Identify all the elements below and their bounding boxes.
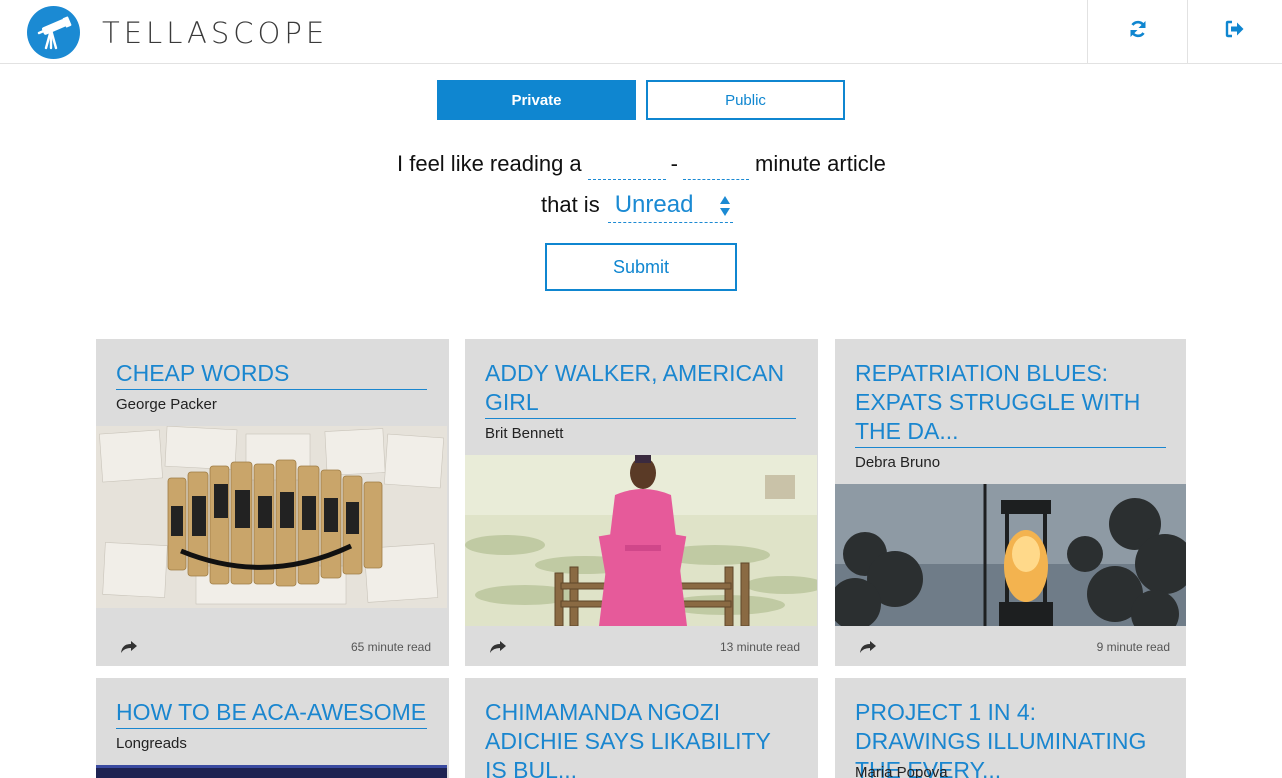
article-author: Debra Bruno bbox=[855, 454, 941, 471]
share-icon[interactable] bbox=[120, 640, 138, 659]
sentence-prefix: I feel like reading a bbox=[397, 151, 582, 176]
share-icon[interactable] bbox=[489, 640, 507, 659]
article-card[interactable]: CHEAP WORDS George Packer 65 minute read bbox=[96, 339, 449, 666]
card-footer: 13 minute read bbox=[465, 626, 818, 666]
app-name: TELLASCOPE bbox=[102, 16, 329, 50]
range-dash: - bbox=[670, 151, 678, 176]
share-icon[interactable] bbox=[859, 640, 877, 659]
article-image[interactable] bbox=[96, 765, 447, 778]
sign-out-icon bbox=[1225, 20, 1245, 43]
card-footer: 65 minute read bbox=[96, 626, 449, 666]
article-title[interactable]: CHEAP WORDS bbox=[116, 359, 427, 390]
article-image[interactable] bbox=[835, 484, 1186, 626]
read-time: 13 minute read bbox=[719, 640, 800, 654]
min-minutes-input[interactable] bbox=[587, 150, 666, 180]
article-image[interactable] bbox=[465, 455, 817, 626]
max-minutes-input[interactable] bbox=[683, 150, 749, 180]
article-author: Maria Popova bbox=[855, 764, 948, 778]
that-is-label: that is bbox=[541, 192, 600, 217]
telescope-logo-icon[interactable] bbox=[27, 6, 80, 59]
article-image[interactable] bbox=[96, 426, 447, 608]
logout-button[interactable] bbox=[1187, 0, 1282, 63]
article-author: George Packer bbox=[116, 396, 217, 413]
public-toggle-button[interactable]: Public bbox=[646, 80, 845, 120]
reading-length-sentence: I feel like reading a - minute article bbox=[397, 150, 886, 180]
read-time: 65 minute read bbox=[350, 640, 431, 654]
article-title[interactable]: ADDY WALKER, AMERICAN GIRL bbox=[485, 359, 796, 419]
article-card[interactable]: ADDY WALKER, AMERICAN GIRL Brit Bennett bbox=[465, 339, 818, 666]
refresh-icon bbox=[1128, 19, 1148, 44]
article-author: Brit Bennett bbox=[485, 425, 564, 442]
private-toggle-button[interactable]: Private bbox=[437, 80, 636, 120]
article-card[interactable]: HOW TO BE ACA-AWESOME Longreads bbox=[96, 678, 449, 778]
select-arrows-icon bbox=[719, 194, 731, 224]
article-author: Longreads bbox=[116, 735, 187, 752]
article-title[interactable]: HOW TO BE ACA-AWESOME bbox=[116, 698, 427, 729]
article-card[interactable]: PROJECT 1 IN 4: DRAWINGS ILLUMINATING TH… bbox=[835, 678, 1186, 778]
article-card[interactable]: CHIMAMANDA NGOZI ADICHIE SAYS LIKABILITY… bbox=[465, 678, 818, 778]
card-footer: 9 minute read bbox=[835, 626, 1186, 666]
read-time: 9 minute read bbox=[1096, 640, 1170, 654]
status-select-value: Unread bbox=[614, 191, 694, 218]
submit-button[interactable]: Submit bbox=[545, 243, 737, 291]
article-title[interactable]: REPATRIATION BLUES: EXPATS STRUGGLE WITH… bbox=[855, 359, 1166, 448]
article-title[interactable]: CHIMAMANDA NGOZI ADICHIE SAYS LIKABILITY… bbox=[485, 698, 796, 778]
article-card[interactable]: REPATRIATION BLUES: EXPATS STRUGGLE WITH… bbox=[835, 339, 1186, 666]
status-select[interactable]: Unread bbox=[607, 190, 733, 224]
top-bar: TELLASCOPE bbox=[0, 0, 1282, 64]
status-sentence: that is Unread bbox=[541, 190, 733, 223]
refresh-button[interactable] bbox=[1087, 0, 1187, 63]
sentence-suffix: minute article bbox=[755, 151, 886, 176]
